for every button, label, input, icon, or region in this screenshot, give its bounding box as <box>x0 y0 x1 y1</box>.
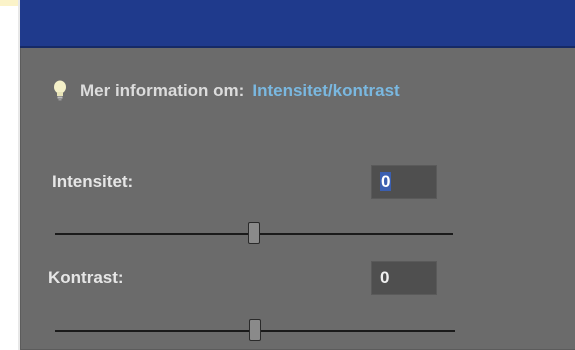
intensity-contrast-panel: Mer information om: Intensitet/kontrast … <box>18 0 575 350</box>
contrast-input[interactable]: 0 <box>371 261 437 295</box>
panel-titlebar <box>20 0 575 48</box>
intensity-input[interactable]: 0 <box>371 165 437 199</box>
intensity-label: Intensitet: <box>52 172 134 191</box>
more-info-row: Mer information om: Intensitet/kontrast <box>52 78 400 104</box>
contrast-value: 0 <box>380 268 390 287</box>
lightbulb-icon <box>52 80 68 102</box>
intensity-contrast-link[interactable]: Intensitet/kontrast <box>252 81 399 101</box>
contrast-label: Kontrast: <box>48 268 124 287</box>
info-prefix: Mer information om: <box>80 81 245 100</box>
intensity-slider-thumb[interactable] <box>248 222 260 244</box>
intensity-value: 0 <box>380 172 392 191</box>
contrast-slider-thumb[interactable] <box>249 319 261 341</box>
